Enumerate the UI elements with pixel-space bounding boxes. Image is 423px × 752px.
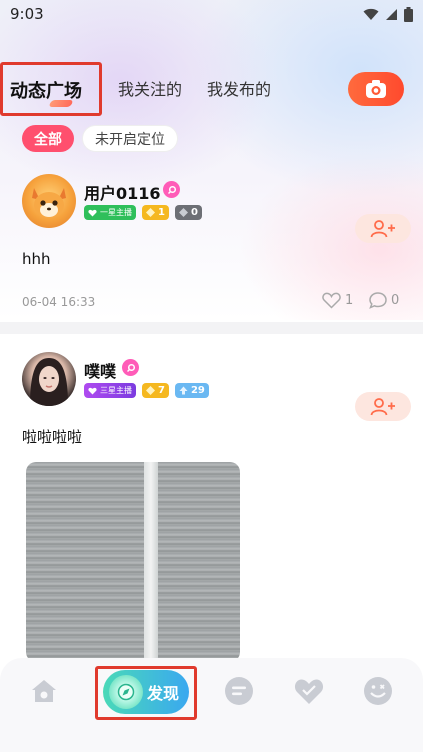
like-count: 1 xyxy=(345,293,354,308)
add-user-icon xyxy=(370,219,395,237)
feed-tabs: 动态广场 我关注的 我发布的 xyxy=(0,62,423,118)
heart-icon xyxy=(88,387,97,394)
host-badge: 一星主播 xyxy=(84,205,136,220)
post-divider xyxy=(0,322,423,334)
post-text: 啦啦啦啦 xyxy=(22,428,83,446)
tab-following[interactable]: 我关注的 xyxy=(118,76,182,100)
blue-level-badge: 29 xyxy=(174,383,209,398)
username[interactable]: 用户0116 xyxy=(84,180,161,204)
comment-count: 0 xyxy=(391,293,400,308)
gold-level-badge: 7 xyxy=(142,383,169,398)
battery-icon xyxy=(404,7,413,22)
nav-discover[interactable]: 发现 xyxy=(103,670,189,714)
heart-icon xyxy=(294,678,324,704)
post-time: 06-04 16:33 xyxy=(22,295,96,309)
nav-home[interactable] xyxy=(29,676,59,706)
bottom-nav: 发现 xyxy=(0,658,423,752)
post-card[interactable]: 用户0116 一星主播 1 0 hhh 06-04 16:33 1 0 xyxy=(0,170,423,320)
avatar[interactable] xyxy=(22,174,76,228)
post-text: hhh xyxy=(22,250,51,268)
host-badge: 三星主播 xyxy=(84,383,136,398)
filter-chips: 全部 未开启定位 xyxy=(22,125,178,152)
fox-avatar-icon xyxy=(32,188,66,218)
message-icon xyxy=(225,677,253,705)
profile-face-icon xyxy=(364,677,392,705)
nav-favorites[interactable] xyxy=(294,676,324,706)
like-stat[interactable]: 1 xyxy=(322,292,353,309)
status-time: 9:03 xyxy=(10,5,44,23)
wifi-icon xyxy=(363,8,379,20)
avatar[interactable] xyxy=(22,352,76,406)
filter-all-chip[interactable]: 全部 xyxy=(22,125,74,152)
add-user-icon xyxy=(370,397,395,415)
nav-profile[interactable] xyxy=(363,676,393,706)
camera-icon xyxy=(366,80,386,98)
nav-messages[interactable] xyxy=(224,676,254,706)
compass-icon xyxy=(109,675,143,709)
diamond-level-badge: 0 xyxy=(174,205,202,220)
nav-discover-label: 发现 xyxy=(147,684,180,703)
heart-outline-icon xyxy=(322,292,341,309)
home-icon xyxy=(32,680,56,702)
post-image[interactable] xyxy=(26,462,240,662)
host-badge-label: 一星主播 xyxy=(100,208,132,217)
filter-location-chip[interactable]: 未开启定位 xyxy=(82,125,178,152)
user-badges: 一星主播 1 0 xyxy=(84,205,202,220)
comment-icon xyxy=(369,292,387,309)
window-frame-image-detail xyxy=(144,462,158,662)
gold-level-value: 7 xyxy=(158,385,165,396)
follow-button[interactable] xyxy=(355,392,411,421)
active-tab-indicator xyxy=(48,100,74,107)
signal-icon xyxy=(386,9,397,20)
search-icon[interactable] xyxy=(163,181,180,198)
search-icon[interactable] xyxy=(122,359,139,376)
status-icons xyxy=(363,7,413,22)
tab-square[interactable]: 动态广场 xyxy=(0,62,102,116)
comment-stat[interactable]: 0 xyxy=(369,292,399,309)
follow-button[interactable] xyxy=(355,214,411,243)
arrow-up-icon xyxy=(179,386,188,395)
diamond-icon xyxy=(178,208,188,217)
gem-icon xyxy=(146,208,155,217)
gold-level-badge: 1 xyxy=(142,205,169,220)
user-photo-avatar-icon xyxy=(30,358,68,406)
gem-icon xyxy=(146,386,155,395)
status-bar: 9:03 xyxy=(0,0,423,28)
blue-level-value: 29 xyxy=(190,385,205,396)
heart-icon xyxy=(88,209,97,216)
post-camera-button[interactable] xyxy=(348,72,404,106)
tab-mine[interactable]: 我发布的 xyxy=(207,76,271,100)
gold-level-value: 1 xyxy=(158,207,165,218)
diamond-level-value: 0 xyxy=(190,207,198,218)
username[interactable]: 噗噗 xyxy=(84,358,116,382)
user-badges: 三星主播 7 29 xyxy=(84,383,209,398)
host-badge-label: 三星主播 xyxy=(100,386,132,395)
